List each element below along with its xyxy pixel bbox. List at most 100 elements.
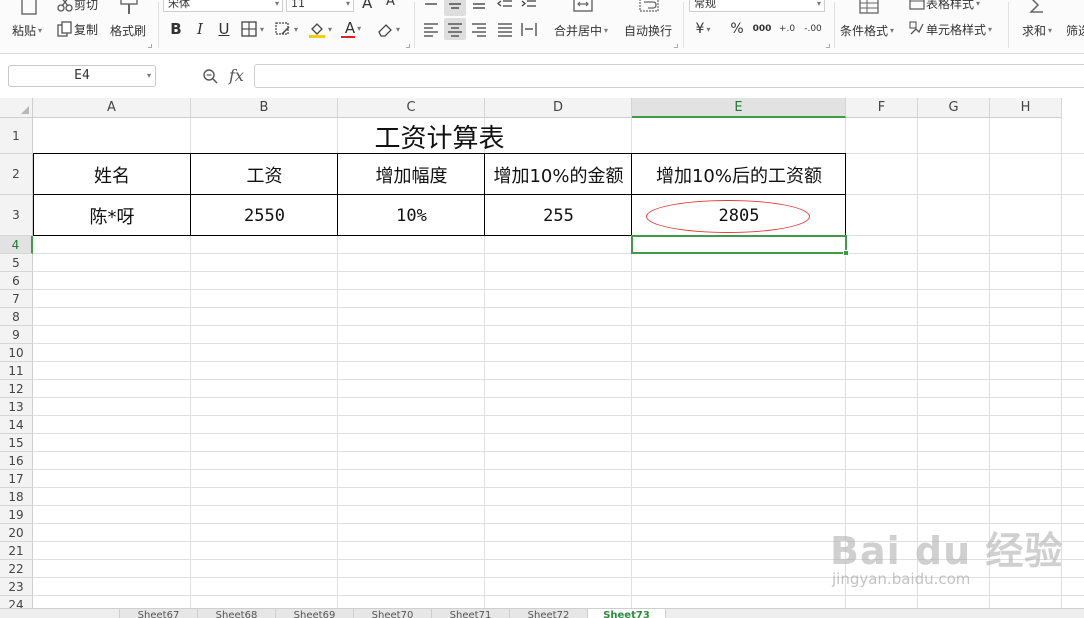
header-name[interactable]: 姓名: [33, 154, 191, 195]
clear-button[interactable]: ▾: [376, 18, 400, 40]
row-header-13[interactable]: 13: [0, 398, 33, 416]
format-painter-button[interactable]: 格式刷: [110, 22, 146, 39]
column-header-e[interactable]: E: [632, 98, 846, 118]
sum-button[interactable]: 求和 ▾: [1022, 22, 1052, 39]
row-header-12[interactable]: 12: [0, 380, 33, 398]
sum-icon[interactable]: [1026, 0, 1048, 16]
row-header-23[interactable]: 23: [0, 578, 33, 596]
row-header-21[interactable]: 21: [0, 542, 33, 560]
format-painter-icon[interactable]: [118, 0, 140, 16]
sheet-tab[interactable]: Sheet69: [276, 609, 354, 618]
header-increase-rate[interactable]: 增加幅度: [338, 154, 485, 195]
cut-button[interactable]: 剪切: [56, 0, 98, 13]
indent-increase-button[interactable]: [518, 0, 540, 16]
fill-color-button[interactable]: ▾: [308, 18, 332, 40]
merge-center-button[interactable]: 合并居中 ▾: [554, 22, 608, 39]
shrink-font-button[interactable]: A: [386, 0, 395, 9]
row-header-10[interactable]: 10: [0, 344, 33, 362]
font-size-select[interactable]: 11 ▾: [286, 0, 354, 12]
sheet-tab[interactable]: Sheet73: [588, 609, 666, 618]
header-increase-amount[interactable]: 增加10%的金额: [485, 154, 632, 195]
column-header-a[interactable]: A: [33, 98, 191, 118]
percent-button[interactable]: %: [726, 18, 748, 40]
column-header-b[interactable]: B: [191, 98, 338, 118]
align-bottom-button[interactable]: [468, 0, 490, 16]
table-title[interactable]: 工资计算表: [33, 118, 846, 154]
align-middle-button[interactable]: [444, 0, 466, 16]
sheet-tab[interactable]: Sheet67: [120, 609, 198, 618]
table-style-button[interactable]: 表格样式 ▾: [908, 0, 980, 12]
align-center-button[interactable]: [444, 18, 466, 40]
sheet-tab[interactable]: Sheet71: [432, 609, 510, 618]
grow-font-button[interactable]: A: [362, 0, 372, 12]
row-header-11[interactable]: 11: [0, 362, 33, 380]
row-header-1[interactable]: 1: [0, 118, 33, 154]
font-name-select[interactable]: 宋体 ▾: [163, 0, 283, 12]
cell-increase-amount[interactable]: 255: [485, 195, 632, 236]
border-button[interactable]: ▾: [240, 18, 264, 40]
align-top-button[interactable]: [420, 0, 442, 16]
row-header-18[interactable]: 18: [0, 488, 33, 506]
sheet-tab[interactable]: Sheet68: [198, 609, 276, 618]
thousands-separator-button[interactable]: 000: [751, 18, 773, 40]
cell-increase-rate[interactable]: 10%: [338, 195, 485, 236]
header-salary[interactable]: 工资: [191, 154, 338, 195]
row-header-15[interactable]: 15: [0, 434, 33, 452]
sheet-tab[interactable]: Sheet72: [510, 609, 588, 618]
conditional-format-button[interactable]: 条件格式 ▾: [840, 22, 894, 39]
align-right-button[interactable]: [468, 18, 490, 40]
row-header-7[interactable]: 7: [0, 290, 33, 308]
align-left-button[interactable]: [420, 18, 442, 40]
row-header-6[interactable]: 6: [0, 272, 33, 290]
currency-button[interactable]: ¥ ▾: [692, 18, 714, 40]
font-color-button[interactable]: A ▾: [341, 18, 364, 40]
cell-format-button[interactable]: ▾: [274, 18, 298, 40]
bold-button[interactable]: B: [165, 18, 187, 40]
wrap-text-icon[interactable]: [638, 0, 660, 16]
name-box[interactable]: E4 ▾: [8, 65, 156, 87]
active-cell-selection[interactable]: [631, 235, 849, 256]
cell-salary[interactable]: 2550: [191, 195, 338, 236]
select-all-button[interactable]: [0, 98, 33, 118]
formula-input[interactable]: [254, 64, 1084, 88]
increase-decimal-button[interactable]: +.0: [776, 18, 798, 40]
copy-button[interactable]: 复制: [56, 20, 98, 38]
column-header-f[interactable]: F: [846, 98, 918, 118]
font-group-launcher-icon[interactable]: [406, 44, 410, 48]
row-header-17[interactable]: 17: [0, 470, 33, 488]
paste-dropdown-icon[interactable]: ▾: [38, 26, 42, 35]
sheet-tab[interactable]: Sheet70: [354, 609, 432, 618]
row-header-9[interactable]: 9: [0, 326, 33, 344]
filter-button[interactable]: 筛选: [1066, 22, 1084, 39]
column-header-d[interactable]: D: [485, 98, 632, 118]
row-header-16[interactable]: 16: [0, 452, 33, 470]
header-new-salary[interactable]: 增加10%后的工资额: [632, 154, 846, 195]
decrease-decimal-button[interactable]: -.00: [802, 18, 824, 40]
cell-style-button[interactable]: 单元格样式 ▾: [908, 20, 992, 38]
row-header-2[interactable]: 2: [0, 154, 33, 195]
paste-icon[interactable]: [18, 0, 40, 16]
number-group-launcher-icon[interactable]: [826, 44, 830, 48]
row-header-14[interactable]: 14: [0, 416, 33, 434]
merge-center-icon[interactable]: [572, 0, 594, 16]
insert-function-button[interactable]: fx: [229, 66, 244, 85]
italic-button[interactable]: I: [189, 18, 211, 40]
column-header-h[interactable]: H: [990, 98, 1062, 118]
paste-button[interactable]: 粘贴 ▾: [12, 22, 42, 39]
row-header-4[interactable]: 4: [0, 236, 33, 254]
row-header-22[interactable]: 22: [0, 560, 33, 578]
row-header-3[interactable]: 3: [0, 195, 33, 236]
sheet-nav-arrows[interactable]: [0, 609, 120, 618]
conditional-format-icon[interactable]: [858, 0, 880, 16]
zoom-icon[interactable]: [202, 68, 218, 84]
column-header-c[interactable]: C: [338, 98, 485, 118]
cell-name[interactable]: 陈*呀: [33, 195, 191, 236]
column-header-g[interactable]: G: [918, 98, 990, 118]
alignment-group-launcher-icon[interactable]: [674, 44, 678, 48]
indent-decrease-button[interactable]: [494, 0, 516, 16]
number-format-select[interactable]: 常规 ▾: [689, 0, 825, 12]
row-header-20[interactable]: 20: [0, 524, 33, 542]
clipboard-group-launcher-icon[interactable]: [148, 44, 152, 48]
fill-handle[interactable]: [843, 250, 849, 256]
justify-button[interactable]: [494, 18, 516, 40]
